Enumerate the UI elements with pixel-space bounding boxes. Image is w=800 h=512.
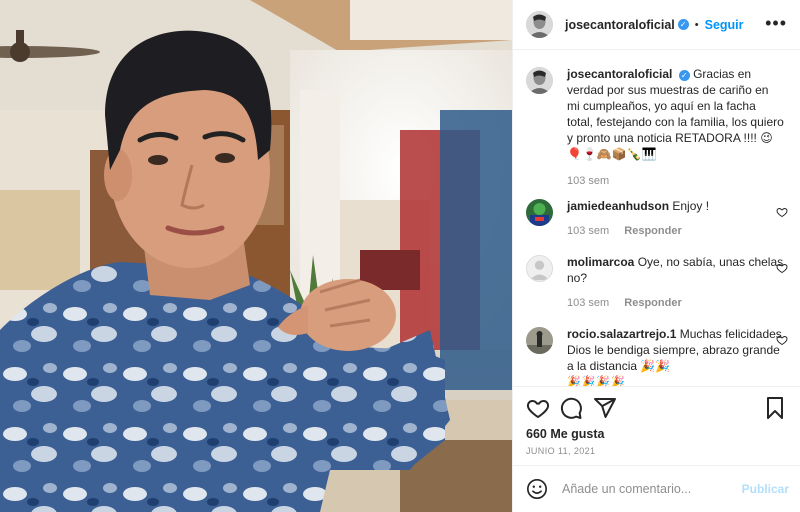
publish-button[interactable]: Publicar <box>742 482 789 496</box>
post-header: josecantoraloficial ✓ • Seguir ••• <box>513 0 800 50</box>
comment-item: rocio.salazartrejo.1 Muchas felicidades … <box>526 326 788 386</box>
comment-item: jamiedeanhudson Enjoy ! 103 sem Responde… <box>526 198 788 239</box>
like-comment-heart-icon[interactable] <box>776 206 788 218</box>
photo-illustration <box>0 0 512 512</box>
commenter-avatar[interactable] <box>526 199 553 226</box>
reply-button[interactable]: Responder <box>624 225 681 237</box>
comment-input[interactable] <box>562 482 742 496</box>
caption-time[interactable]: 103 sem <box>567 175 609 187</box>
emoji-picker-icon[interactable] <box>526 478 548 500</box>
caption-username[interactable]: josecantoraloficial <box>567 67 672 81</box>
reply-button[interactable]: Responder <box>624 297 681 309</box>
comment-item: molimarcoa Oye, no sabía, unas chelas no… <box>526 254 788 311</box>
caption: josecantoraloficial ✓ Gracias en verdad … <box>526 66 788 189</box>
save-bookmark-icon[interactable] <box>763 396 787 420</box>
comment-bubble-icon[interactable] <box>559 396 583 420</box>
follow-button[interactable]: Seguir <box>705 18 744 32</box>
commenter-avatar[interactable] <box>526 327 553 354</box>
comment-time[interactable]: 103 sem <box>567 225 609 237</box>
comment-time[interactable]: 103 sem <box>567 297 609 309</box>
comment-text: Enjoy ! <box>672 199 710 213</box>
post-side-panel: josecantoraloficial ✓ • Seguir ••• josec… <box>512 0 800 512</box>
author-avatar[interactable] <box>526 11 553 38</box>
post-date[interactable]: JUNIO 11, 2021 <box>526 446 595 456</box>
comment-username[interactable]: jamiedeanhudson <box>567 199 669 213</box>
like-comment-heart-icon[interactable] <box>776 262 788 274</box>
like-heart-icon[interactable] <box>526 396 550 420</box>
comment-emoji-line: 🎉🎉🎉🎉 <box>567 375 626 386</box>
caption-text: Gracias en verdad por sus muestras de ca… <box>567 67 784 161</box>
comment-username[interactable]: molimarcoa <box>567 255 634 269</box>
author-username[interactable]: josecantoraloficial <box>565 18 675 32</box>
comment-username[interactable]: rocio.salazartrejo.1 <box>567 327 676 341</box>
verified-badge-icon: ✓ <box>678 70 690 81</box>
caption-author-avatar[interactable] <box>526 67 553 94</box>
header-separator: • <box>694 18 699 31</box>
verified-badge-icon: ✓ <box>677 19 689 30</box>
post-photo[interactable] <box>0 0 512 512</box>
commenter-avatar[interactable] <box>526 255 553 282</box>
more-options-icon[interactable]: ••• <box>765 14 787 32</box>
comments-list[interactable]: josecantoraloficial ✓ Gracias en verdad … <box>513 51 800 386</box>
likes-count[interactable]: 660 Me gusta <box>526 427 605 441</box>
share-send-icon[interactable] <box>593 396 617 420</box>
like-comment-heart-icon[interactable] <box>776 334 788 346</box>
comment-composer: Publicar <box>513 465 800 512</box>
